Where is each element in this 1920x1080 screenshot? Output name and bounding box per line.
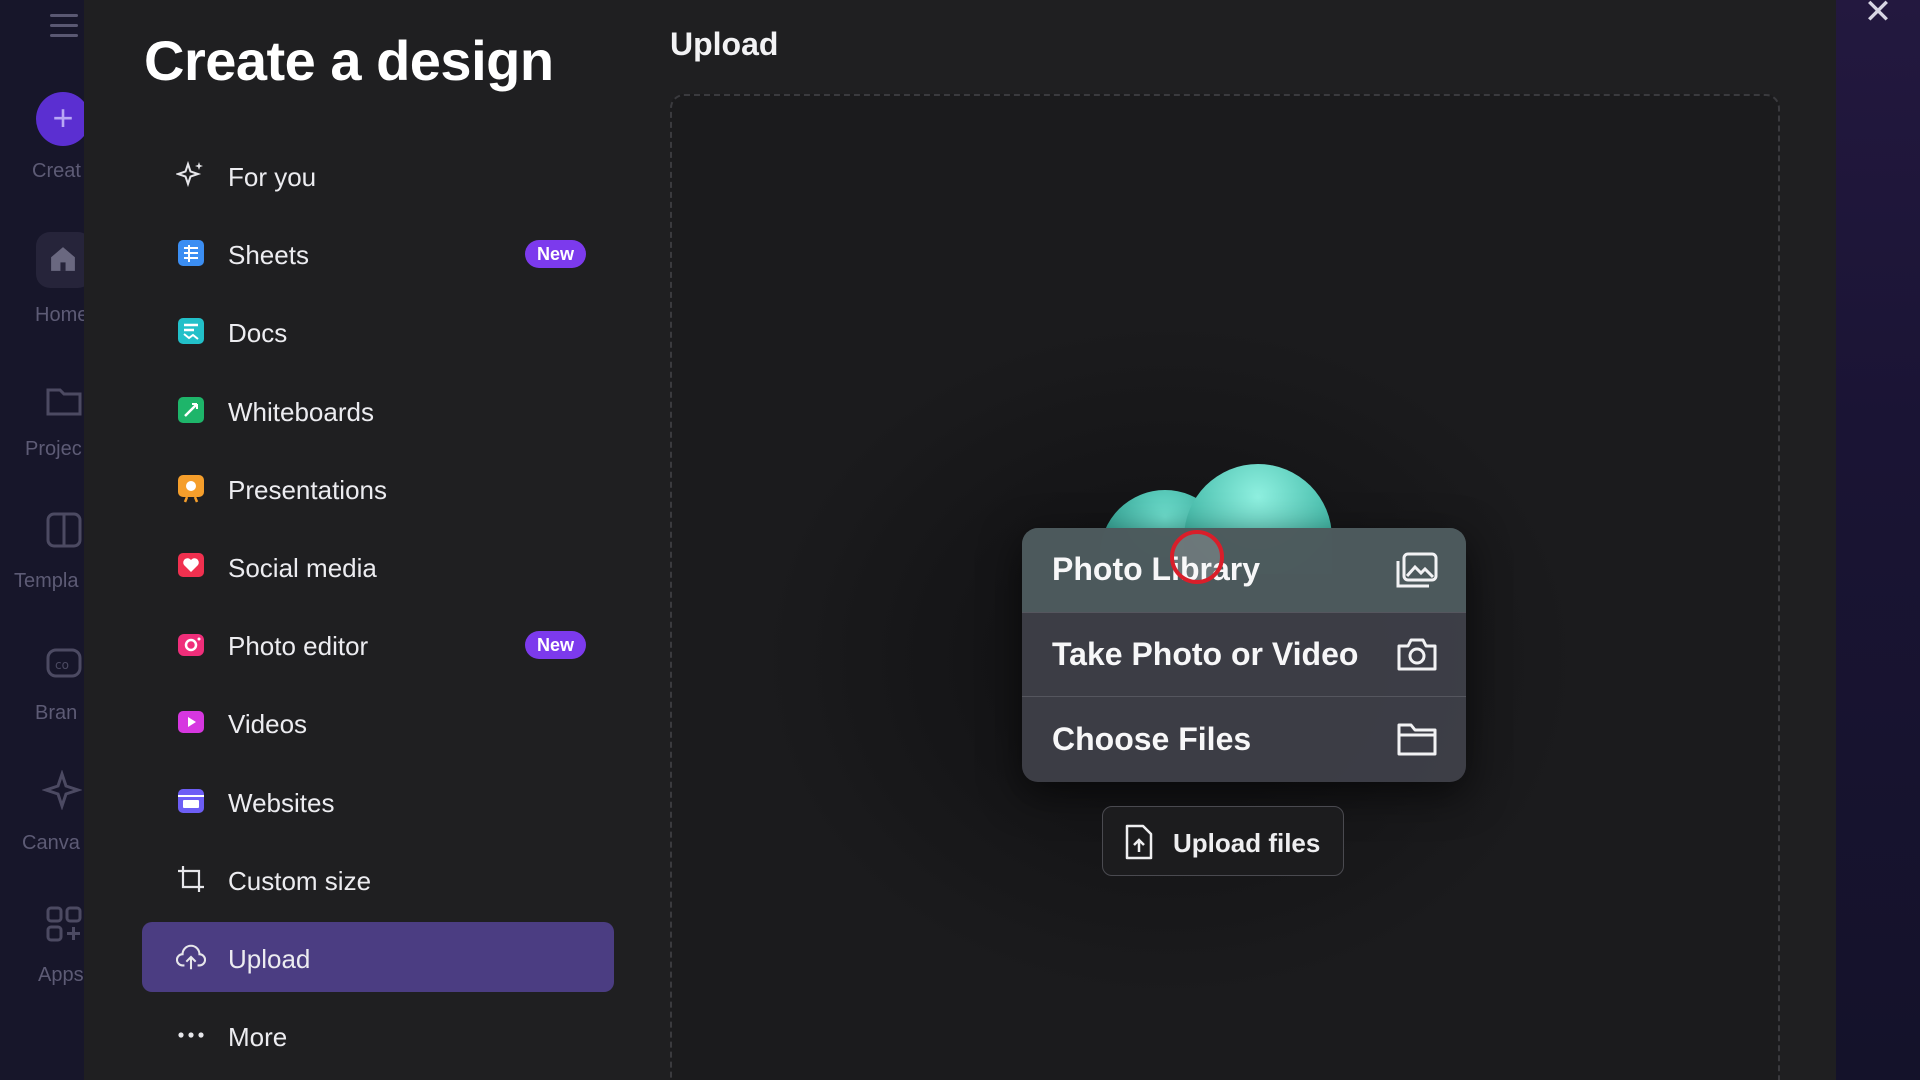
home-icon [51,247,75,271]
close-icon[interactable]: ✕ [1862,0,1894,29]
nav-item-label: Sheets [228,240,309,271]
camera-icon [1397,638,1437,671]
camera-icon [176,629,206,659]
nav-item-label: Photo editor [228,631,369,662]
nav-item-docs[interactable]: Docs [142,296,614,366]
nav-item-sheets[interactable]: Sheets New [142,218,614,288]
menu-item-label: Take Photo or Video [1052,635,1359,672]
app-rail: + Creat Home Projec Templa co Bran Canva… [0,0,92,1080]
sparkles-icon [176,160,206,190]
sheets-icon [176,238,206,268]
new-badge: New [524,631,586,660]
background-right [1836,0,1920,1080]
new-badge: New [524,240,586,269]
menu-item-photo-library[interactable]: Photo Library [1022,528,1466,613]
templates-icon [46,512,82,548]
nav-item-videos[interactable]: Videos [142,687,614,757]
design-type-nav: For you Sheets New Docs Whiteboards Pres… [142,140,614,1078]
menu-item-choose-files[interactable]: Choose Files [1022,697,1466,782]
sparkle-icon [42,770,82,810]
upload-files-label: Upload files [1173,828,1321,858]
folder-icon [46,388,82,416]
nav-item-label: Videos [228,709,308,740]
touch-cursor-indicator [1170,530,1224,584]
nav-item-label: Social media [228,552,377,583]
nav-item-label: Whiteboards [228,396,374,427]
upload-source-menu: Photo Library Take Photo or Video Choose… [1022,528,1466,782]
nav-item-label: Websites [228,787,335,818]
nav-item-label: Custom size [228,865,372,896]
nav-item-label: More [228,1022,288,1053]
cloud-upload-icon [176,942,206,972]
menu-item-take-photo-or-video[interactable]: Take Photo or Video [1022,613,1466,698]
nav-item-label: Presentations [228,474,387,505]
nav-item-label: Docs [228,318,288,349]
apps-grid-icon [46,906,82,942]
nav-item-label: Upload [228,943,311,974]
upload-heading: Upload [670,26,779,62]
brand-icon: co [46,648,82,678]
menu-item-label: Choose Files [1052,720,1252,757]
website-icon [176,786,206,816]
docs-icon [176,316,206,346]
nav-item-label: For you [228,162,317,192]
nav-item-social-media[interactable]: Social media [142,531,614,601]
menu-item-label: Photo Library [1052,551,1261,588]
svg-text:co: co [55,658,69,672]
photo-library-icon [1396,552,1438,588]
create-plus-button[interactable]: + [36,92,90,146]
modal-title: Create a design [144,29,554,92]
file-upload-icon [1125,824,1153,860]
folder-icon [1397,723,1437,756]
nav-item-whiteboards[interactable]: Whiteboards [142,375,614,445]
upload-files-button[interactable]: Upload files [1102,806,1344,876]
crop-icon [176,864,206,894]
whiteboard-icon [176,395,206,425]
more-icon [176,1020,206,1050]
nav-item-upload[interactable]: Upload [142,921,614,992]
heart-icon [176,551,206,581]
nav-item-for-you[interactable]: For you [142,140,614,210]
nav-item-presentations[interactable]: Presentations [142,453,614,523]
nav-item-custom-size[interactable]: Custom size [142,844,614,914]
presentation-icon [176,473,206,503]
nav-item-photo-editor[interactable]: Photo editor New [142,609,614,679]
video-icon [176,707,206,737]
nav-item-websites[interactable]: Websites [142,766,614,836]
nav-item-more[interactable]: More [142,1000,614,1070]
hamburger-menu-icon[interactable] [50,14,78,44]
